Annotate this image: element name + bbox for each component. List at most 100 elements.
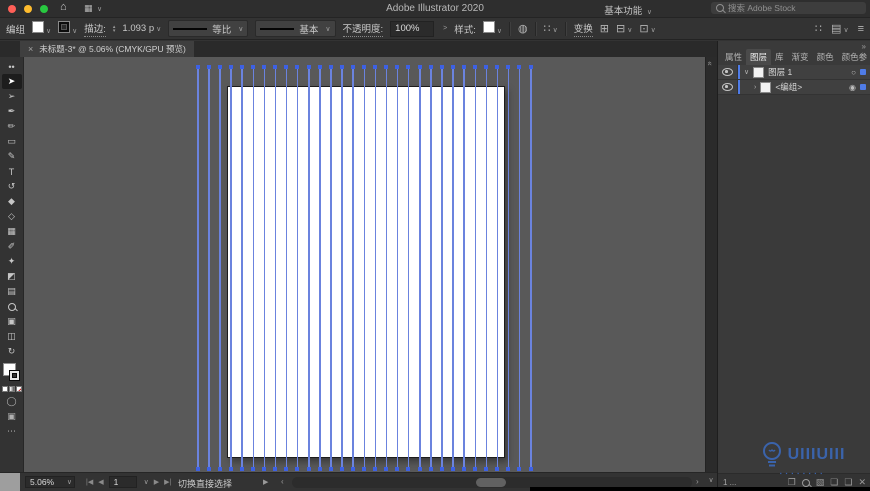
hand-tool[interactable]: ▤ xyxy=(2,284,22,299)
menu-icon[interactable]: ≡ xyxy=(858,23,864,35)
path-line[interactable] xyxy=(485,67,488,469)
anchor-point[interactable] xyxy=(262,467,267,471)
curvature-tool[interactable]: ✏ xyxy=(2,119,22,134)
anchor-point[interactable] xyxy=(251,65,255,69)
anchor-point[interactable] xyxy=(239,467,244,471)
zoom-tool[interactable] xyxy=(2,299,22,314)
selection-chip[interactable] xyxy=(860,69,866,75)
free-transform-tool[interactable]: ◩ xyxy=(2,269,22,284)
shape-builder-tool[interactable]: ◫ xyxy=(2,329,22,344)
anchor-point[interactable] xyxy=(306,65,311,69)
path-line[interactable] xyxy=(319,67,321,469)
anchor-point[interactable] xyxy=(339,65,344,69)
path-line[interactable] xyxy=(274,67,277,469)
path-line[interactable] xyxy=(219,67,221,469)
anchor-point[interactable] xyxy=(373,65,378,69)
path-line[interactable] xyxy=(285,67,288,469)
anchor-point[interactable] xyxy=(339,467,344,471)
artboard-tool[interactable]: ▣ xyxy=(2,314,22,329)
anchor-point[interactable] xyxy=(517,467,522,471)
document-tab[interactable]: × 未标题-3* @ 5.06% (CMYK/GPU 预览) xyxy=(20,41,194,57)
path-line[interactable] xyxy=(352,67,354,469)
anchor-point[interactable] xyxy=(350,65,355,69)
tab-属性[interactable]: 属性 xyxy=(721,49,746,65)
locate-object-icon[interactable] xyxy=(801,478,810,487)
anchor-point[interactable] xyxy=(317,65,322,69)
layer-thumbnail[interactable] xyxy=(753,66,765,78)
anchor-point[interactable] xyxy=(461,467,466,471)
transform-link[interactable]: 变换 xyxy=(573,21,593,37)
stroke-color-swatch[interactable]: ∨ xyxy=(58,21,77,36)
anchor-point[interactable] xyxy=(284,65,289,69)
anchor-point[interactable] xyxy=(439,65,444,69)
scroll-right-icon[interactable]: › xyxy=(696,477,699,486)
eraser-tool[interactable]: ◆ xyxy=(2,194,22,209)
target-circle-icon[interactable]: ◉ xyxy=(849,83,856,92)
anchor-point[interactable] xyxy=(206,65,211,69)
anchor-point[interactable] xyxy=(495,467,500,471)
rotate-tool[interactable]: ↺ xyxy=(2,179,22,194)
anchor-point[interactable] xyxy=(417,467,422,471)
path-line[interactable] xyxy=(208,67,210,469)
path-line[interactable] xyxy=(530,67,532,469)
anchor-point[interactable] xyxy=(295,65,300,69)
shaper-tool[interactable]: ✦ xyxy=(2,254,22,269)
anchor-point[interactable] xyxy=(373,467,378,471)
tab-颜色[interactable]: 颜色 xyxy=(813,49,838,65)
path-line[interactable] xyxy=(419,67,421,469)
path-line[interactable] xyxy=(441,67,443,469)
scroll-left-icon[interactable]: ‹ xyxy=(281,477,284,486)
eyedropper-tool[interactable]: ✐ xyxy=(2,239,22,254)
anchor-point[interactable] xyxy=(273,467,278,471)
stroke-weight-stepper[interactable]: ▴ ▾ xyxy=(113,24,116,33)
path-line[interactable] xyxy=(330,67,332,469)
anchor-point[interactable] xyxy=(217,467,222,471)
collapse-panel-icon[interactable]: « xyxy=(706,61,715,65)
anchor-point[interactable] xyxy=(450,65,455,69)
workspace-switcher-button[interactable]: 基本功能 ∨ xyxy=(604,3,652,17)
path-line[interactable] xyxy=(230,67,232,469)
path-line[interactable] xyxy=(197,67,199,469)
scrollbar-thumb[interactable] xyxy=(476,478,506,487)
anchor-point[interactable] xyxy=(328,65,333,69)
path-line[interactable] xyxy=(463,67,465,469)
path-line[interactable] xyxy=(363,67,365,469)
artboard-number-dropdown[interactable]: 1 xyxy=(108,476,137,488)
path-line[interactable] xyxy=(518,67,521,469)
path-line[interactable] xyxy=(430,67,432,469)
graphic-style-dropdown[interactable]: ∨ xyxy=(482,21,502,36)
anchor-point[interactable] xyxy=(428,467,433,471)
anchor-point[interactable] xyxy=(473,65,477,69)
arrange-documents-icon[interactable]: ∷ xyxy=(815,22,822,35)
layer-row[interactable]: ∨ 图层 1 ○ xyxy=(718,65,870,80)
tab-渐变[interactable]: 渐变 xyxy=(788,49,813,65)
anchor-point[interactable] xyxy=(395,467,400,471)
anchor-point[interactable] xyxy=(228,65,233,69)
anchor-point[interactable] xyxy=(439,467,444,471)
type-tool[interactable]: T xyxy=(2,164,22,179)
path-line[interactable] xyxy=(407,67,410,469)
selection-tool[interactable]: ➤ xyxy=(1,74,22,89)
rotate-view-tool[interactable]: ↻ xyxy=(2,344,22,359)
fill-stroke-indicator[interactable] xyxy=(2,363,21,383)
stroke-indicator[interactable] xyxy=(8,370,20,381)
rectangle-tool[interactable]: ▭ xyxy=(2,134,22,149)
color-button[interactable] xyxy=(1,386,8,392)
path-line[interactable] xyxy=(296,67,299,469)
anchor-point[interactable] xyxy=(495,65,500,69)
anchor-point[interactable] xyxy=(273,65,278,69)
path-line[interactable] xyxy=(452,67,454,469)
anchor-point[interactable] xyxy=(228,467,233,471)
fill-color-swatch[interactable]: ∨ xyxy=(32,21,51,36)
distribute-options-dropdown[interactable]: ⊡ ∨ xyxy=(639,22,655,35)
anchor-point[interactable] xyxy=(484,467,489,471)
edit-toolbar-icon[interactable]: ⋯ xyxy=(7,426,16,437)
anchor-point[interactable] xyxy=(528,467,533,471)
tab-颜色参[interactable]: 颜色参 xyxy=(838,49,870,65)
anchor-point[interactable] xyxy=(406,467,411,471)
workspace-layout-dropdown[interactable]: ▤ ∨ xyxy=(831,22,849,35)
anchor-point[interactable] xyxy=(528,65,533,69)
first-artboard-icon[interactable]: |◀ xyxy=(86,478,93,486)
anchor-point[interactable] xyxy=(384,467,389,471)
anchor-point[interactable] xyxy=(417,65,422,69)
